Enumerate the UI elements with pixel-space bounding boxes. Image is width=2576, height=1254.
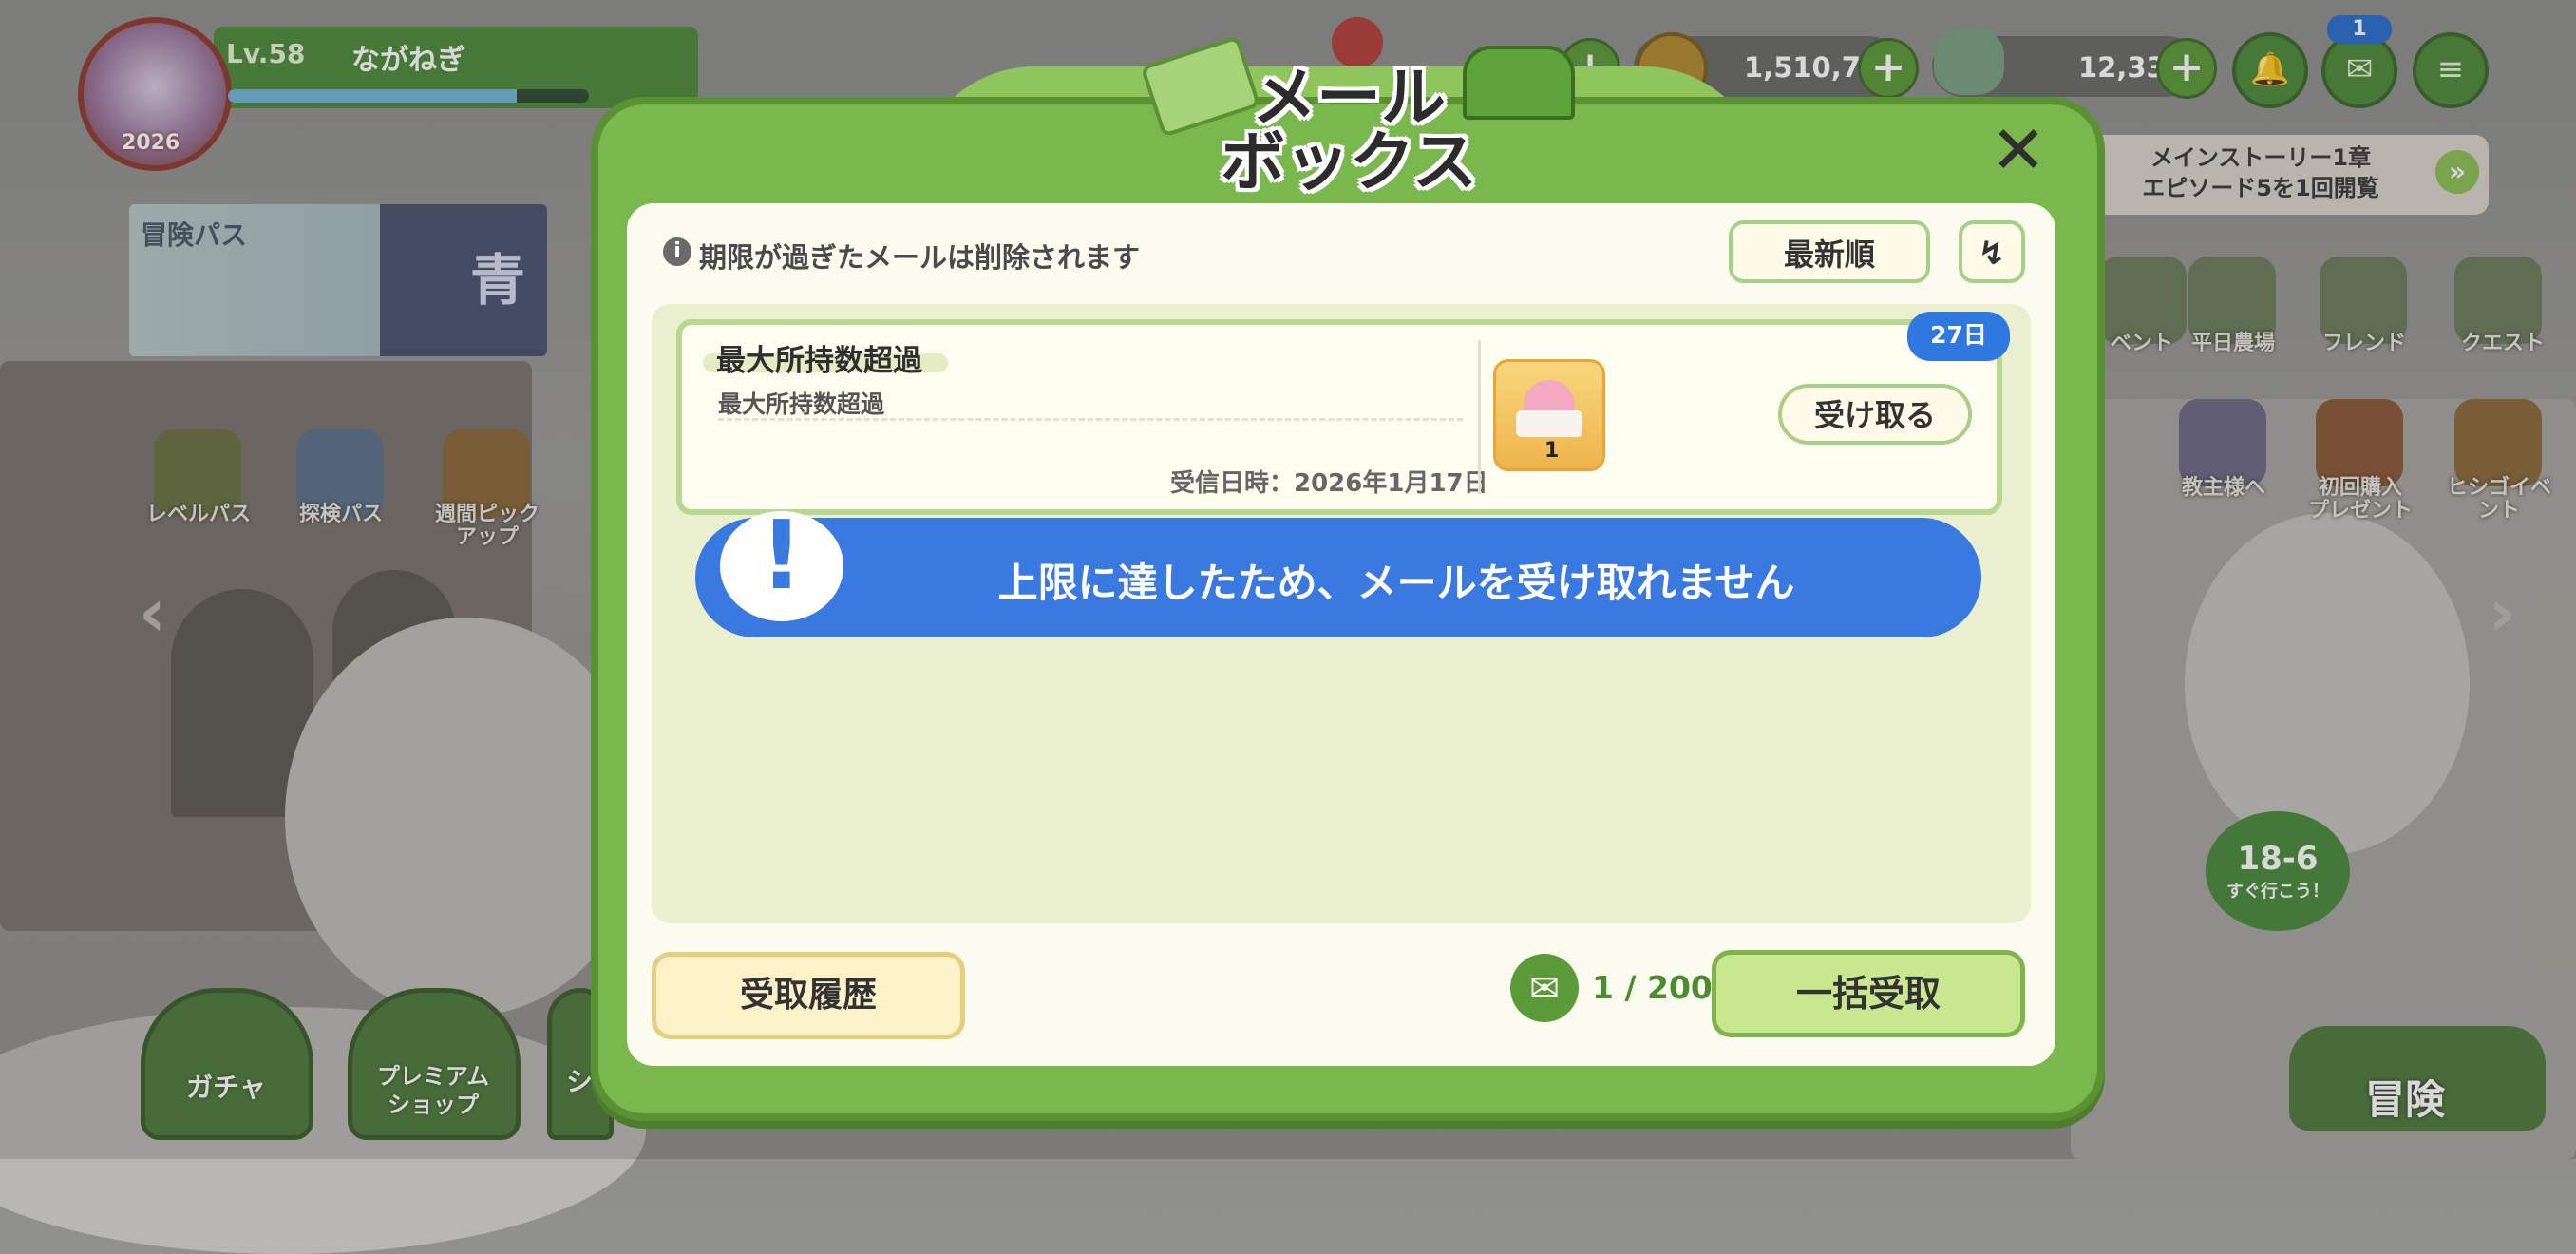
mail-body: 最大所持数超過 <box>718 390 885 418</box>
reward-item-quantity: 1 <box>1544 439 1560 463</box>
receive-history-button[interactable]: 受取履歴 <box>652 952 965 1039</box>
info-icon: i <box>663 238 691 266</box>
expiry-notice: 期限が過ぎたメールは削除されます <box>699 241 1141 274</box>
mail-separator <box>1478 340 1481 494</box>
mail-count-icon: ✉ <box>1510 954 1579 1022</box>
exclamation-icon: ! <box>760 500 804 611</box>
sort-button[interactable]: 最新順 <box>1729 220 1930 283</box>
modal-title-line2: ボックス <box>1221 125 1477 200</box>
days-remaining-badge: 27日 <box>1907 312 2010 361</box>
cake-base <box>1516 410 1582 437</box>
mail-title: 最大所持数超過 <box>716 344 922 378</box>
modal-title-line1: メール <box>1251 61 1446 136</box>
mail-received-date: 受信日時：2026年1月17日 <box>1170 469 1488 498</box>
mail-divider <box>718 418 1463 421</box>
close-icon: ✕ <box>1990 111 2047 189</box>
limit-reached-message: 上限に達したため、メールを受け取れません <box>997 560 1795 606</box>
sort-order-icon: ↯ <box>1978 235 2006 273</box>
receive-button[interactable]: 受け取る <box>1778 384 1972 445</box>
receive-all-button[interactable]: 一括受取 <box>1712 950 2025 1037</box>
modal-title: メール ボックス <box>1206 66 1491 196</box>
sort-order-button[interactable]: ↯ <box>1959 220 2025 283</box>
mail-count: 1 / 200 <box>1592 969 1713 1006</box>
close-button[interactable]: ✕ <box>1985 117 2052 186</box>
